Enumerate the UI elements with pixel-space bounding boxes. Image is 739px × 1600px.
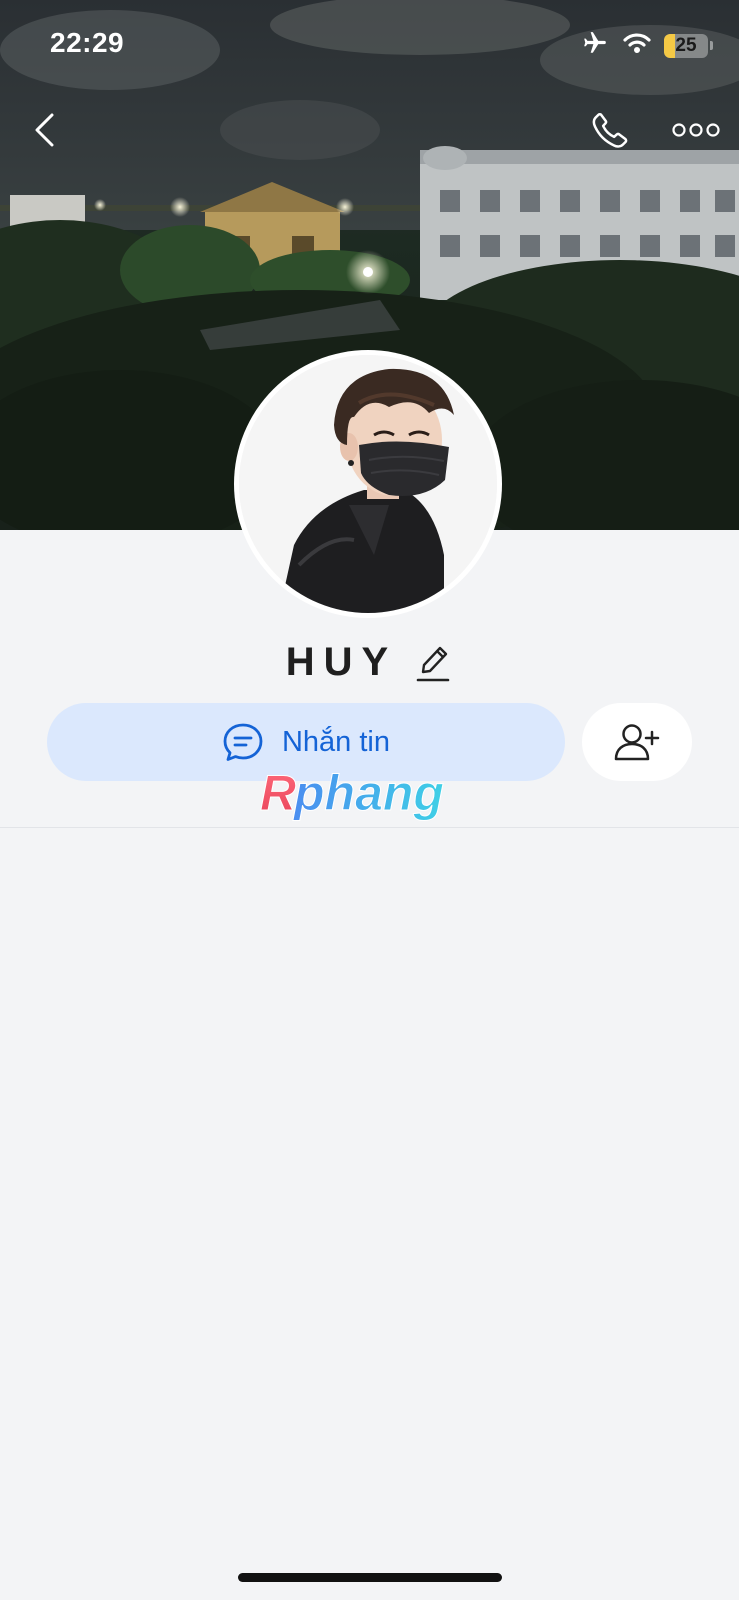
home-indicator[interactable] (238, 1573, 502, 1582)
profile-name-row: HUY (0, 640, 739, 685)
airplane-icon (580, 30, 610, 61)
add-friend-button[interactable] (582, 703, 692, 781)
call-button[interactable] (585, 105, 635, 155)
battery-tip (710, 41, 713, 50)
avatar-image (239, 355, 497, 613)
profile-name: HUY (285, 640, 398, 684)
add-friend-icon (614, 724, 660, 761)
chat-bubble-icon (223, 723, 263, 761)
more-button[interactable] (668, 112, 724, 148)
edit-name-button[interactable] (413, 641, 453, 685)
battery-icon: 25 (664, 33, 708, 58)
status-time: 22:29 (50, 27, 125, 58)
section-divider (0, 827, 739, 828)
back-button[interactable] (24, 106, 64, 154)
svg-text:R: R (260, 766, 296, 821)
watermark-logo: R phang (260, 766, 445, 822)
message-button-label: Nhắn tin (281, 725, 390, 758)
phone-icon (592, 112, 628, 148)
pencil-icon (416, 646, 450, 681)
more-icon (672, 123, 720, 137)
status-icons: 25 (580, 30, 713, 61)
profile-avatar[interactable] (234, 350, 502, 618)
back-arrow-icon (35, 113, 54, 147)
svg-text:phang: phang (292, 766, 444, 821)
wifi-icon (622, 31, 652, 60)
battery-level: 25 (675, 34, 697, 56)
